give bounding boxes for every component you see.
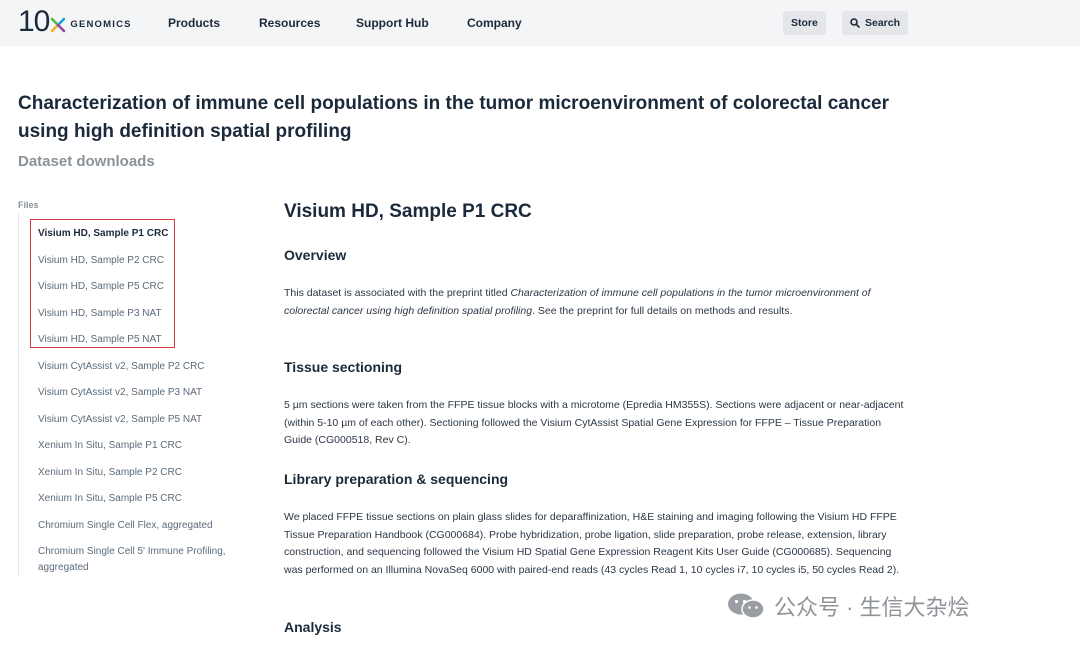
- nav-company[interactable]: Company: [467, 16, 522, 30]
- nav-products[interactable]: Products: [168, 16, 220, 30]
- analysis-heading: Analysis: [284, 619, 342, 635]
- sidebar-item-visium-hd-p1-crc[interactable]: Visium HD, Sample P1 CRC: [38, 226, 248, 242]
- page-subtitle: Dataset downloads: [18, 153, 155, 170]
- sidebar-item-xenium-p5-crc[interactable]: Xenium In Situ, Sample P5 CRC: [38, 491, 248, 507]
- top-nav: 10 GENOMICS Products Resources Support H…: [0, 0, 1080, 46]
- sidebar-item-xenium-p1-crc[interactable]: Xenium In Situ, Sample P1 CRC: [38, 438, 248, 454]
- page-title: Characterization of immune cell populati…: [18, 93, 889, 142]
- sidebar-item-cytassist-p2-crc[interactable]: Visium CytAssist v2, Sample P2 CRC: [38, 359, 248, 375]
- logo[interactable]: 10 GENOMICS: [18, 7, 132, 37]
- library-prep-heading: Library preparation & sequencing: [284, 471, 509, 487]
- file-list: Visium HD, Sample P1 CRC Visium HD, Samp…: [38, 226, 248, 576]
- logo-number: 10: [18, 5, 50, 38]
- sidebar-item-visium-hd-p2-crc[interactable]: Visium HD, Sample P2 CRC: [38, 253, 248, 269]
- overview-text-post: . See the preprint for full details on m…: [532, 304, 793, 317]
- sidebar-item-chromium-flex[interactable]: Chromium Single Cell Flex, aggregated: [38, 518, 248, 534]
- sidebar-item-visium-hd-p5-nat[interactable]: Visium HD, Sample P5 NAT: [38, 332, 248, 348]
- nav-resources[interactable]: Resources: [259, 16, 320, 30]
- search-icon: [850, 18, 860, 28]
- overview-text-pre: This dataset is associated with the prep…: [284, 287, 511, 299]
- sidebar-item-visium-hd-p3-nat[interactable]: Visium HD, Sample P3 NAT: [38, 306, 248, 322]
- nav-support-hub[interactable]: Support Hub: [356, 16, 429, 30]
- search-label: Search: [865, 17, 901, 29]
- sidebar-item-cytassist-p5-nat[interactable]: Visium CytAssist v2, Sample P5 NAT: [38, 412, 248, 428]
- watermark-text: 公众号 · 生信大杂烩: [774, 595, 970, 620]
- store-button[interactable]: Store: [783, 11, 826, 35]
- search-button[interactable]: Search: [842, 11, 909, 35]
- dataset-heading: Visium HD, Sample P1 CRC: [284, 201, 532, 222]
- wechat-watermark: 公众号 · 生信大杂烩: [726, 589, 970, 623]
- logo-x-icon: [51, 17, 66, 33]
- files-label: Files: [18, 200, 39, 210]
- wechat-icon: [728, 593, 765, 619]
- overview-heading: Overview: [284, 247, 347, 263]
- library-prep-text: We placed FFPE tissue sections on plain …: [284, 511, 900, 576]
- tissue-sectioning-text: 5 µm sections were taken from the FFPE t…: [284, 399, 904, 446]
- sidebar-item-visium-hd-p5-crc[interactable]: Visium HD, Sample P5 CRC: [38, 279, 248, 295]
- logo-word: GENOMICS: [70, 19, 132, 30]
- overview-text: This dataset is associated with the prep…: [284, 285, 904, 320]
- store-label: Store: [791, 17, 818, 29]
- tissue-sectioning-heading: Tissue sectioning: [284, 359, 402, 375]
- sidebar-item-cytassist-p3-nat[interactable]: Visium CytAssist v2, Sample P3 NAT: [38, 385, 248, 401]
- sidebar-divider: [18, 214, 19, 576]
- sidebar-item-chromium-5prime[interactable]: Chromium Single Cell 5' Immune Profiling…: [38, 544, 238, 576]
- sidebar-item-xenium-p2-crc[interactable]: Xenium In Situ, Sample P2 CRC: [38, 465, 248, 481]
